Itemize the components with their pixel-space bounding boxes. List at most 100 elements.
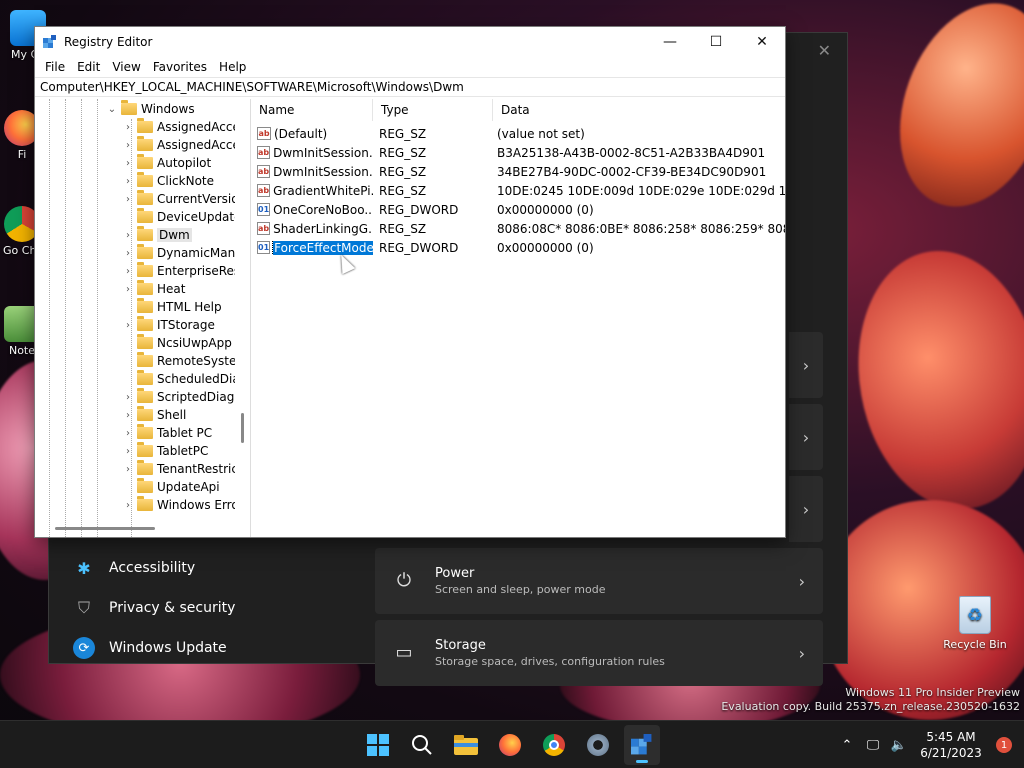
address-bar[interactable]: Computer\HKEY_LOCAL_MACHINE\SOFTWARE\Mic… (35, 77, 785, 97)
tree-node[interactable]: › DynamicMana (121, 244, 243, 262)
taskbar-settings[interactable] (580, 725, 616, 765)
values-list[interactable]: Name Type Data ab (Default) REG_SZ (value n… (251, 99, 785, 537)
chevron-right-icon[interactable]: › (121, 446, 135, 457)
tree-node[interactable]: NcsiUwpApp (121, 334, 232, 352)
chevron-right-icon[interactable]: › (121, 410, 135, 421)
chevron-right-icon[interactable]: › (121, 158, 135, 169)
tree-node[interactable]: › Windows Error (121, 496, 244, 514)
scrollbar-thumb[interactable] (241, 413, 244, 443)
chevron-right-icon[interactable]: › (121, 248, 135, 259)
desktop-icon-recycle-bin[interactable]: ♻ Recycle Bin (942, 596, 1008, 651)
tree-node[interactable]: › CurrentVersior (121, 190, 244, 208)
chevron-right-icon[interactable]: › (121, 464, 135, 475)
volume-icon[interactable]: 🔈 (886, 731, 912, 759)
chevron-right-icon[interactable]: › (121, 284, 135, 295)
close-icon: ✕ (756, 34, 768, 50)
chevron-right-icon[interactable]: › (121, 140, 135, 151)
chevron-right-icon[interactable]: › (121, 122, 135, 133)
tree-node-label: HTML Help (157, 300, 222, 314)
settings-card-chevron[interactable]: › (789, 404, 823, 470)
chevron-right-icon[interactable]: › (121, 392, 135, 403)
value-row[interactable]: ab DwmInitSession... REG_SZ B3A25138-A43B-0… (251, 143, 785, 162)
value-row[interactable]: 01 ForceEffectMode REG_DWORD 0x00000000 (0) (251, 238, 785, 257)
tree-node-label: TabletPC (157, 444, 209, 458)
chevron-right-icon[interactable]: › (121, 230, 135, 241)
chevron-up-icon[interactable]: ⌃ (834, 731, 860, 759)
folder-icon (137, 262, 153, 277)
value-row[interactable]: 01 OneCoreNoBoo... REG_DWORD 0x00000000 (0) (251, 200, 785, 219)
chevron-down-icon[interactable]: ⌄ (105, 104, 119, 115)
settings-card-chevron[interactable]: › (789, 476, 823, 542)
value-row[interactable]: ab ShaderLinkingG... REG_SZ 8086:08C* 8086:… (251, 219, 785, 238)
tree-node[interactable]: › AssignedAcce (121, 118, 240, 136)
tree-node[interactable]: RemoteSystem (121, 352, 248, 370)
tree-node[interactable]: DeviceUpdate (121, 208, 242, 226)
tree-node[interactable]: HTML Help (121, 298, 222, 316)
taskbar-chrome[interactable] (536, 725, 572, 765)
menu-view[interactable]: View (106, 60, 146, 74)
tree-horizontal-scrollbar[interactable] (35, 521, 235, 537)
value-type: REG_SZ (379, 221, 427, 236)
menu-help[interactable]: Help (213, 60, 252, 74)
value-row[interactable]: ab DwmInitSession... REG_SZ 34BE27B4-90DC-0… (251, 162, 785, 181)
tree-node[interactable]: › EnterpriseResc (121, 262, 247, 280)
maximize-button[interactable]: ☐ (693, 27, 739, 57)
chevron-right-icon[interactable]: › (121, 500, 135, 511)
chevron-right-icon[interactable]: › (121, 194, 135, 205)
folder-icon (121, 100, 137, 115)
chevron-right-icon[interactable]: › (121, 428, 135, 439)
tree-node[interactable]: › TenantRestrict (121, 460, 243, 478)
tree-node[interactable]: › ScriptedDiagn (121, 388, 242, 406)
nav-item-windows-update[interactable]: ⟳ Windows Update (73, 631, 227, 665)
close-icon[interactable]: ✕ (818, 41, 831, 60)
settings-card-storage[interactable]: ▭ Storage Storage space, drives, configu… (375, 620, 823, 686)
binary-value-icon: 01 (257, 241, 271, 254)
settings-card-power[interactable]: ⏻ Power Screen and sleep, power mode › (375, 548, 823, 614)
tree-node[interactable]: › Dwm (121, 226, 192, 244)
tree-node[interactable]: › TabletPC (121, 442, 208, 460)
notification-badge[interactable]: 1 (996, 737, 1012, 753)
taskbar-firefox[interactable] (492, 725, 528, 765)
network-icon[interactable]: 🖵 (860, 731, 886, 759)
value-row[interactable]: ab GradientWhitePi... REG_SZ 10DE:0245 10DE… (251, 181, 785, 200)
nav-item-accessibility[interactable]: ✱ Accessibility (73, 551, 195, 585)
tree-vertical-scrollbar[interactable] (235, 99, 250, 537)
settings-card-chevron[interactable]: › (789, 332, 823, 398)
chevron-right-icon[interactable]: › (121, 176, 135, 187)
tree-node[interactable]: › ITStorage (121, 316, 215, 334)
close-button[interactable]: ✕ (739, 27, 785, 57)
start-button[interactable] (360, 725, 396, 765)
value-data: (value not set) (497, 126, 585, 141)
taskbar-registry-editor[interactable] (624, 725, 660, 765)
registry-editor-window[interactable]: Registry Editor — ☐ ✕ File Edit View Fav… (34, 26, 786, 538)
tree-node[interactable]: ScheduledDiag (121, 370, 247, 388)
chevron-right-icon[interactable]: › (121, 266, 135, 277)
tree-node[interactable]: UpdateApi (121, 478, 220, 496)
tree-node[interactable]: › Autopilot (121, 154, 211, 172)
tree-node-windows[interactable]: ⌄ Windows (105, 100, 195, 118)
minimize-icon: — (663, 34, 677, 50)
nav-item-privacy[interactable]: ⛉ Privacy & security (73, 591, 235, 625)
tree-node[interactable]: › ClickNote (121, 172, 214, 190)
tree-node[interactable]: › Shell (121, 406, 186, 424)
tree-node[interactable]: › Tablet PC (121, 424, 212, 442)
value-row[interactable]: ab (Default) REG_SZ (value not set) (251, 124, 785, 143)
clock[interactable]: 5:45 AM 6/21/2023 (912, 729, 990, 761)
menu-edit[interactable]: Edit (71, 60, 106, 74)
tree-node[interactable]: › Heat (121, 280, 185, 298)
column-header-name[interactable]: Name (251, 99, 373, 121)
minimize-button[interactable]: — (647, 27, 693, 57)
column-header-data[interactable]: Data (493, 99, 785, 121)
key-tree[interactable]: ⌄ Windows › AssignedAcce › AssignedAcce › Aut… (35, 99, 251, 537)
tree-node-label: ScheduledDiag (157, 372, 248, 386)
menu-file[interactable]: File (39, 60, 71, 74)
folder-icon (454, 735, 478, 755)
tree-node[interactable]: › AssignedAcce (121, 136, 240, 154)
column-header-type[interactable]: Type (373, 99, 493, 121)
search-button[interactable] (404, 725, 440, 765)
title-bar[interactable]: Registry Editor — ☐ ✕ (35, 27, 785, 57)
menu-favorites[interactable]: Favorites (147, 60, 213, 74)
scrollbar-thumb[interactable] (55, 527, 155, 530)
chevron-right-icon[interactable]: › (121, 320, 135, 331)
taskbar-file-explorer[interactable] (448, 725, 484, 765)
